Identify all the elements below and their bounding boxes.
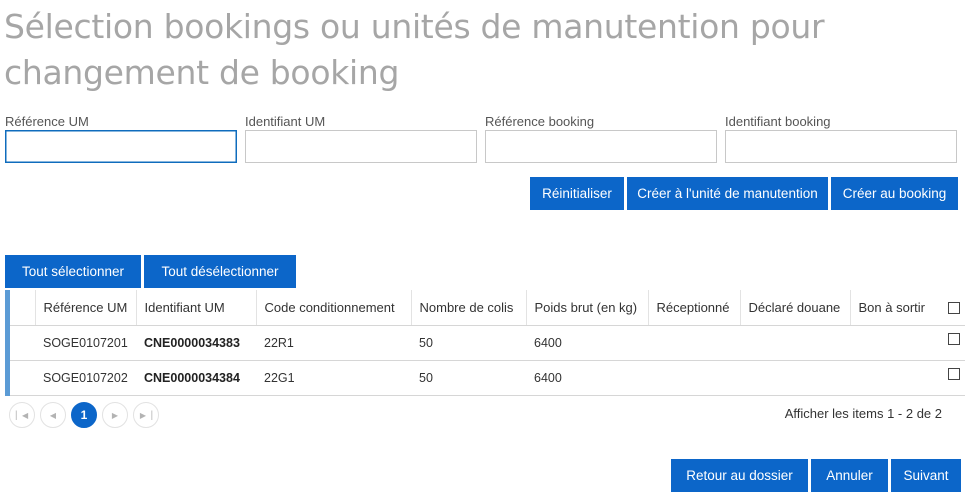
reference-booking-input[interactable] <box>485 130 717 163</box>
cell-code-conditionnement: 22R1 <box>256 325 411 361</box>
filter-reference-booking: Référence booking <box>485 113 717 163</box>
row-spacer <box>10 325 35 361</box>
cell-declare-douane <box>740 360 850 396</box>
next-button[interactable]: Suivant <box>891 459 961 492</box>
column-header-identifiant-um[interactable]: Identifiant UM <box>135 290 256 326</box>
cell-select <box>942 325 965 361</box>
deselect-all-button[interactable]: Tout désélectionner <box>144 255 296 288</box>
reference-um-input[interactable] <box>5 130 237 163</box>
last-page-icon[interactable]: ▶▕ <box>133 402 159 428</box>
filter-identifiant-booking: Identifiant booking <box>725 113 957 163</box>
cell-poids-brut: 6400 <box>526 360 648 396</box>
create-booking-button[interactable]: Créer au booking <box>831 177 958 210</box>
filter-reference-um: Référence UM <box>5 113 237 163</box>
identifiant-booking-input[interactable] <box>725 130 957 163</box>
identifiant-um-input[interactable] <box>245 130 477 163</box>
column-header-nombre-colis[interactable]: Nombre de colis <box>410 290 526 326</box>
pager-info: Afficher les items 1 - 2 de 2 <box>784 406 942 421</box>
row-checkbox[interactable] <box>948 368 960 381</box>
table-row[interactable]: SOGE0107201 CNE0000034383 22R1 50 6400 <box>10 325 965 361</box>
column-header-code-conditionnement[interactable]: Code conditionnement <box>255 290 411 326</box>
cell-poids-brut: 6400 <box>526 325 648 361</box>
column-header-spacer <box>10 290 35 326</box>
cell-identifiant-um: CNE0000034384 <box>136 360 256 396</box>
pager: ▏◀ ◀ 1 ▶ ▶▕ <box>9 402 164 428</box>
cell-bon-a-sortir <box>850 325 942 361</box>
cell-receptionne <box>648 360 740 396</box>
cell-code-conditionnement: 22G1 <box>256 360 411 396</box>
page-title: Sélection bookings ou unités de manutent… <box>4 7 825 92</box>
column-header-receptionne[interactable]: Réceptionné <box>647 290 740 326</box>
next-page-icon[interactable]: ▶ <box>102 402 128 428</box>
table-header-row: Référence UM Identifiant UM Code conditi… <box>10 290 965 326</box>
cell-nombre-colis: 50 <box>411 360 526 396</box>
first-page-icon[interactable]: ▏◀ <box>9 402 35 428</box>
create-um-button[interactable]: Créer à l'unité de manutention <box>627 177 828 210</box>
filter-identifiant-um: Identifiant UM <box>245 113 477 163</box>
prev-page-icon[interactable]: ◀ <box>40 402 66 428</box>
table-row[interactable]: SOGE0107202 CNE0000034384 22G1 50 6400 <box>10 360 965 396</box>
row-spacer <box>10 360 35 396</box>
cell-receptionne <box>648 325 740 361</box>
row-checkbox[interactable] <box>948 333 960 346</box>
filter-identifiant-um-label: Identifiant UM <box>245 114 326 129</box>
filter-reference-booking-label: Référence booking <box>485 114 595 129</box>
select-all-checkbox[interactable] <box>948 302 960 315</box>
column-header-reference-um[interactable]: Référence UM <box>34 290 136 326</box>
reset-button[interactable]: Réinitialiser <box>530 177 624 210</box>
select-all-button[interactable]: Tout sélectionner <box>5 255 141 288</box>
cell-nombre-colis: 50 <box>411 325 526 361</box>
cell-declare-douane <box>740 325 850 361</box>
cell-reference-um: SOGE0107201 <box>35 325 136 361</box>
filter-reference-um-label: Référence UM <box>5 114 89 129</box>
back-to-file-button[interactable]: Retour au dossier <box>671 459 808 492</box>
cell-identifiant-um: CNE0000034383 <box>136 325 256 361</box>
results-grid: Référence UM Identifiant UM Code conditi… <box>5 290 965 396</box>
filter-identifiant-booking-label: Identifiant booking <box>725 114 831 129</box>
column-header-declare-douane[interactable]: Déclaré douane <box>739 290 850 326</box>
cell-bon-a-sortir <box>850 360 942 396</box>
column-header-poids-brut[interactable]: Poids brut (en kg) <box>525 290 648 326</box>
cancel-button[interactable]: Annuler <box>811 459 888 492</box>
cell-reference-um: SOGE0107202 <box>35 360 136 396</box>
cell-select <box>942 360 965 396</box>
results-table: Référence UM Identifiant UM Code conditi… <box>10 290 965 396</box>
current-page-button[interactable]: 1 <box>71 402 97 428</box>
column-header-select-all <box>942 290 965 326</box>
column-header-bon-a-sortir[interactable]: Bon à sortir <box>849 290 942 326</box>
